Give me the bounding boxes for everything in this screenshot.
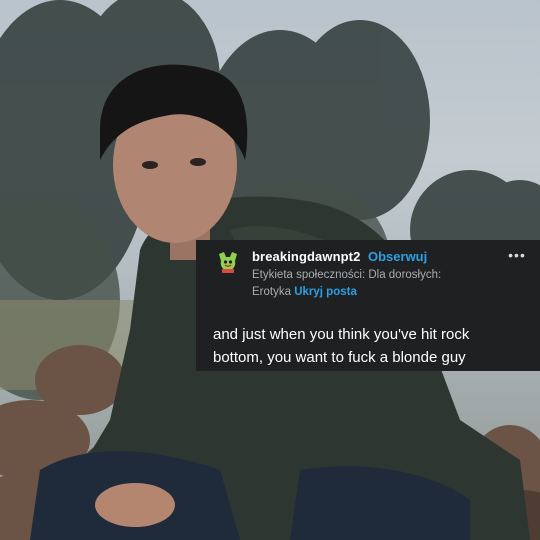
- community-label: Etykieta społeczności: Dla dorosłych: Er…: [252, 267, 492, 301]
- tumblr-post: breakingdawnpt2 Obserwuj Etykieta społec…: [196, 240, 540, 371]
- post-body: and just when you think you've hit rock …: [213, 323, 533, 369]
- hide-post-button[interactable]: Ukryj posta: [294, 286, 357, 298]
- username-link[interactable]: breakingdawnpt2: [252, 249, 360, 264]
- post-text-line: bottom, you want to fuck a blonde guy: [213, 349, 466, 366]
- ellipsis-icon[interactable]: •••: [508, 248, 526, 264]
- post-text-line: and just when you think you've hit rock: [213, 326, 470, 343]
- follow-button[interactable]: Obserwuj: [368, 249, 427, 264]
- community-label-text: Etykieta społeczności: Dla dorosłych:: [252, 269, 442, 281]
- community-label-category: Erotyka: [252, 286, 291, 298]
- avatar[interactable]: [216, 250, 240, 274]
- post-header: breakingdawnpt2 Obserwuj Etykieta społec…: [196, 240, 540, 304]
